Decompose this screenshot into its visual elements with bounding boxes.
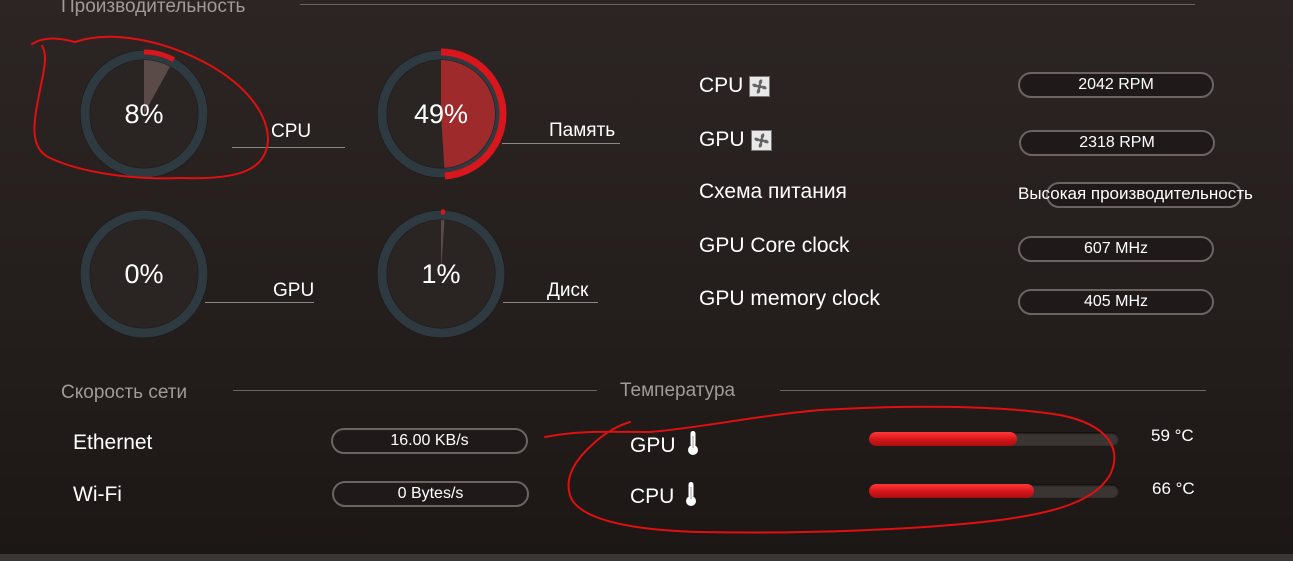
thermometer-icon (686, 430, 700, 462)
gpu-temp-label-row: GPU (630, 430, 700, 462)
gpu-gauge[interactable]: 0% (76, 206, 212, 342)
cpu-temp-bar (869, 484, 1119, 498)
fan-icon (750, 129, 772, 151)
gpu-memory-clock-value: 405 MHz (1018, 289, 1214, 315)
disk-gauge-value: 1% (421, 258, 461, 289)
gpu-temp-label: GPU (630, 434, 676, 457)
memory-gauge-value: 49% (413, 98, 469, 129)
cpu-fan-label: CPU (699, 74, 744, 97)
gpu-temp-bar (869, 432, 1119, 446)
bottom-strip (0, 554, 1293, 561)
network-divider (233, 390, 597, 391)
cpu-fan-label-row: CPU (699, 74, 771, 98)
power-plan-label: Схема питания (699, 180, 847, 203)
gpu-fan-label: GPU (699, 128, 745, 151)
cpu-temp-label: CPU (630, 485, 675, 508)
cpu-gauge-value: 8% (124, 98, 164, 129)
gpu-core-clock-label: GPU Core clock (699, 234, 850, 257)
ethernet-label: Ethernet (73, 431, 153, 454)
cpu-temp-label-row: CPU (630, 481, 698, 513)
cpu-temp-value: 66 °C (1152, 479, 1195, 498)
cpu-temp-bar-fill (869, 484, 1034, 498)
gpu-temp-value: 59 °C (1151, 426, 1194, 445)
network-title: Скорость сети (61, 382, 188, 403)
cpu-label-line (232, 147, 345, 148)
gpu-core-clock-value: 607 MHz (1018, 236, 1214, 262)
gpu-gauge-label: GPU (273, 280, 315, 301)
thermometer-icon (684, 481, 698, 513)
temperature-divider (780, 390, 1206, 391)
memory-label-line (502, 143, 620, 144)
disk-gauge-label: Диск (547, 280, 589, 301)
performance-divider (300, 4, 1195, 5)
gpu-fan-label-row: GPU (699, 128, 772, 152)
disk-label-line (503, 302, 598, 303)
cpu-gauge[interactable]: 8% (76, 46, 212, 182)
temperature-title: Температура (620, 380, 736, 401)
disk-gauge[interactable]: 1% (373, 206, 509, 342)
temperature-annotation-scribble (544, 405, 1116, 534)
memory-gauge[interactable]: 49% (373, 46, 509, 182)
gpu-fan-value: 2318 RPM (1019, 130, 1215, 156)
gpu-memory-clock-label: GPU memory clock (699, 287, 880, 310)
gpu-temp-bar-fill (869, 432, 1017, 446)
wifi-speed-value: 0 Bytes/s (332, 481, 529, 507)
fan-icon (749, 75, 771, 97)
memory-gauge-label: Память (549, 120, 616, 141)
cpu-gauge-label: CPU (271, 121, 312, 142)
gpu-gauge-value: 0% (124, 258, 164, 289)
gpu-label-line (205, 302, 314, 303)
performance-title: Производительность (61, 0, 246, 17)
wifi-label: Wi-Fi (73, 483, 122, 506)
power-plan-value[interactable]: Высокая производительность (1018, 184, 1253, 204)
cpu-fan-value: 2042 RPM (1018, 72, 1214, 98)
ethernet-speed-value: 16.00 KB/s (331, 428, 528, 454)
